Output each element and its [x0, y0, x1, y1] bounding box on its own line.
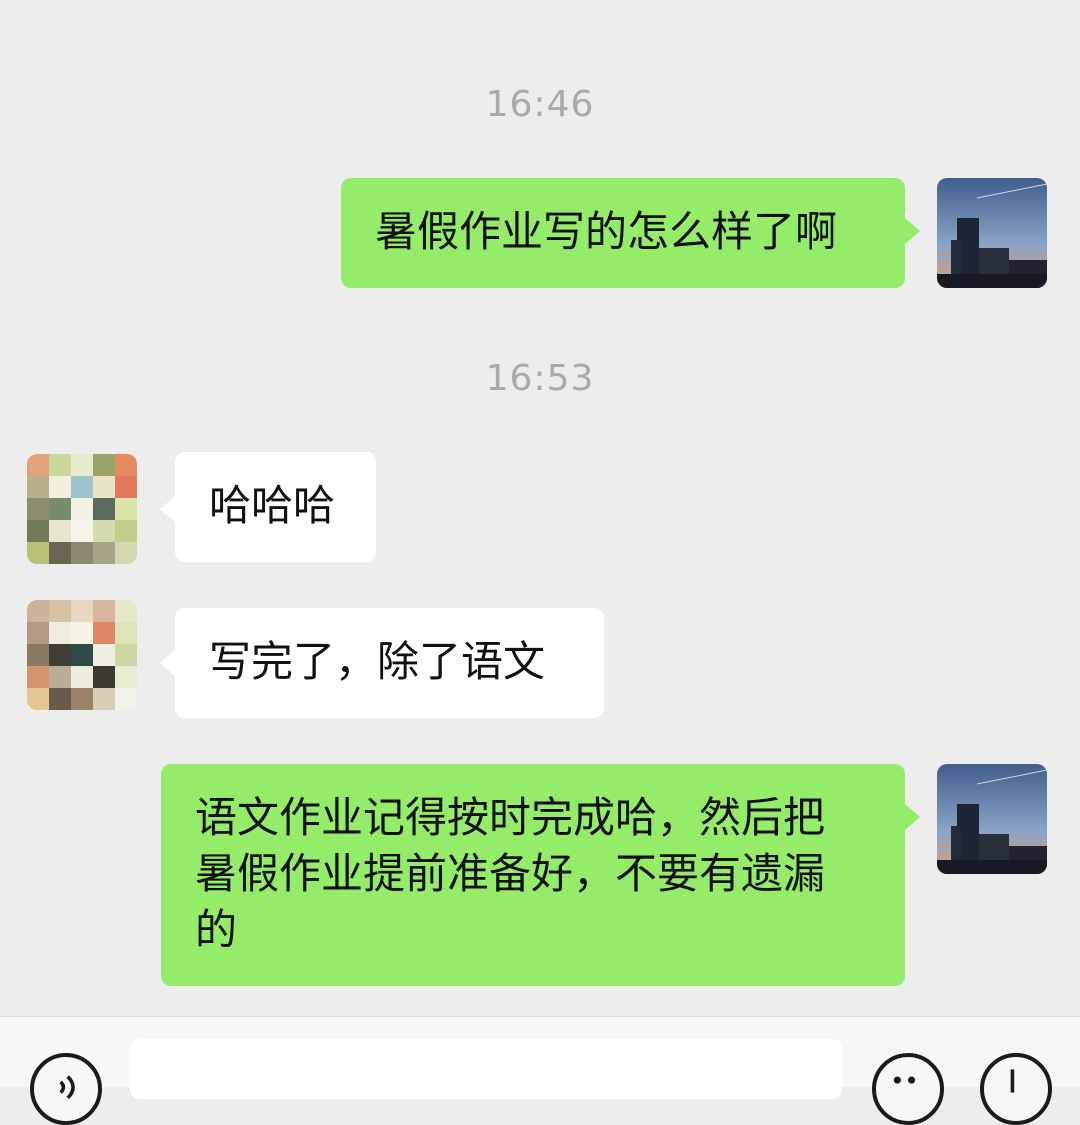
- timestamp: 16:46: [485, 84, 595, 125]
- emoji-icon[interactable]: [872, 1053, 944, 1125]
- bubble-tail: [905, 218, 920, 244]
- voice-icon[interactable]: [30, 1053, 102, 1125]
- message-bubble-received[interactable]: 写完了，除了语文: [175, 608, 604, 718]
- bubble-tail: [905, 804, 920, 830]
- message-bubble-received[interactable]: 哈哈哈: [175, 452, 376, 562]
- my-avatar[interactable]: [937, 764, 1047, 874]
- message-line: 语文作业记得按时完成哈，然后把: [195, 793, 826, 842]
- my-avatar[interactable]: [937, 178, 1047, 288]
- message-bubble-sent[interactable]: 暑假作业写的怎么样了啊: [341, 178, 905, 288]
- message-line: 的: [195, 905, 238, 954]
- message-input[interactable]: [130, 1039, 842, 1099]
- bubble-tail: [160, 496, 175, 522]
- contact-avatar[interactable]: [27, 454, 137, 564]
- input-bar: [0, 1016, 1080, 1125]
- plus-icon[interactable]: [980, 1053, 1052, 1125]
- bubble-tail: [160, 650, 175, 676]
- message-bubble-sent[interactable]: 语文作业记得按时完成哈，然后把 暑假作业提前准备好，不要有遗漏 的: [161, 764, 905, 986]
- timestamp: 16:53: [485, 358, 595, 399]
- chat-area[interactable]: 16:46 暑假作业写的怎么样了啊 16:53 哈哈哈 写完了，除了语文 语文作…: [0, 0, 1080, 1016]
- contact-avatar[interactable]: [27, 600, 137, 710]
- message-line: 暑假作业提前准备好，不要有遗漏: [195, 849, 826, 898]
